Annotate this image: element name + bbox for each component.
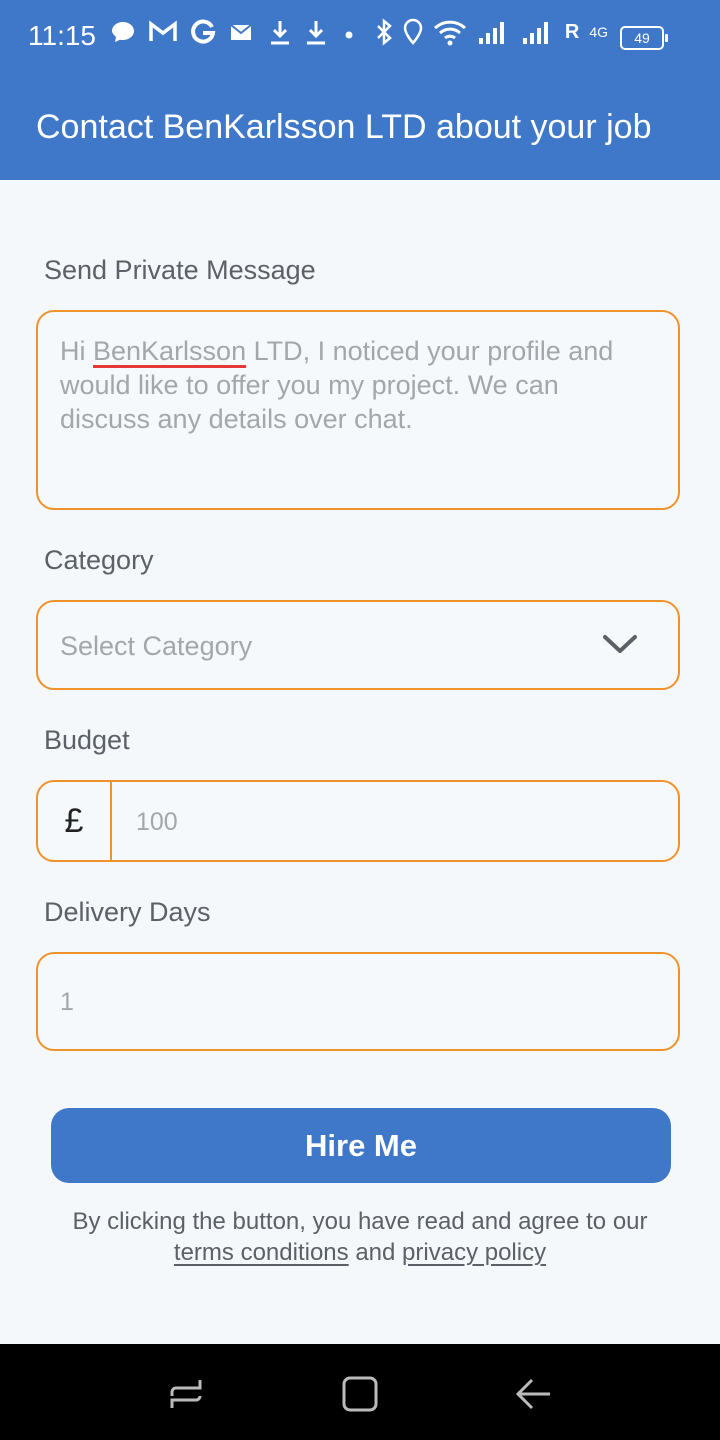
location-icon — [403, 18, 423, 45]
hire-me-button[interactable]: Hire Me — [51, 1108, 671, 1183]
back-icon[interactable] — [514, 1374, 554, 1414]
terms-text: By clicking the button, you have read an… — [36, 1206, 684, 1268]
category-placeholder: Select Category — [60, 631, 253, 661]
category-label: Category — [44, 545, 154, 575]
budget-label: Budget — [44, 725, 130, 755]
terms-conditions-link[interactable]: terms conditions — [174, 1239, 349, 1266]
category-select[interactable]: Select Category — [36, 600, 680, 690]
page-title: Contact BenKarlsson LTD about your job — [36, 108, 652, 146]
gmail-icon — [149, 20, 177, 41]
status-bar: 11:15 R 4G 49 — [0, 0, 720, 76]
wifi-icon — [433, 20, 466, 46]
notification-icons — [110, 18, 358, 46]
system-nav-bar — [0, 1344, 720, 1440]
home-icon[interactable] — [340, 1374, 380, 1414]
terms-and: and — [355, 1239, 396, 1266]
battery-indicator: 49 — [620, 26, 668, 50]
recents-icon[interactable] — [166, 1374, 206, 1414]
message-placeholder: Hi BenKarlsson LTD, I noticed your profi… — [60, 336, 614, 434]
download-icon — [271, 21, 289, 45]
download-icon — [307, 21, 325, 45]
delivery-label: Delivery Days — [44, 897, 211, 927]
delivery-placeholder: 1 — [60, 988, 74, 1016]
delivery-days-input[interactable]: 1 — [36, 952, 680, 1051]
chat-bubble-icon — [112, 22, 134, 42]
status-time: 11:15 — [28, 20, 96, 51]
misspelled-word: BenKarlsson — [93, 336, 247, 366]
network-type: 4G — [589, 24, 608, 40]
roaming-indicator: R — [564, 20, 580, 43]
signal-icon — [478, 22, 504, 44]
terms-prefix: By clicking the button, you have read an… — [72, 1208, 648, 1235]
mail-icon — [230, 24, 252, 40]
message-textarea[interactable]: Hi BenKarlsson LTD, I noticed your profi… — [36, 310, 680, 510]
google-icon — [191, 19, 216, 44]
currency-symbol: £ — [38, 782, 112, 860]
signal-icon — [522, 22, 548, 44]
chevron-down-icon — [603, 635, 637, 653]
message-label: Send Private Message — [44, 255, 316, 285]
privacy-policy-link[interactable]: privacy policy — [402, 1239, 546, 1266]
dot-icon — [345, 31, 353, 39]
budget-placeholder: 100 — [136, 808, 178, 836]
app-bar: Contact BenKarlsson LTD about your job — [0, 76, 720, 180]
bluetooth-icon — [376, 18, 392, 46]
budget-input[interactable]: £ 100 — [36, 780, 680, 862]
